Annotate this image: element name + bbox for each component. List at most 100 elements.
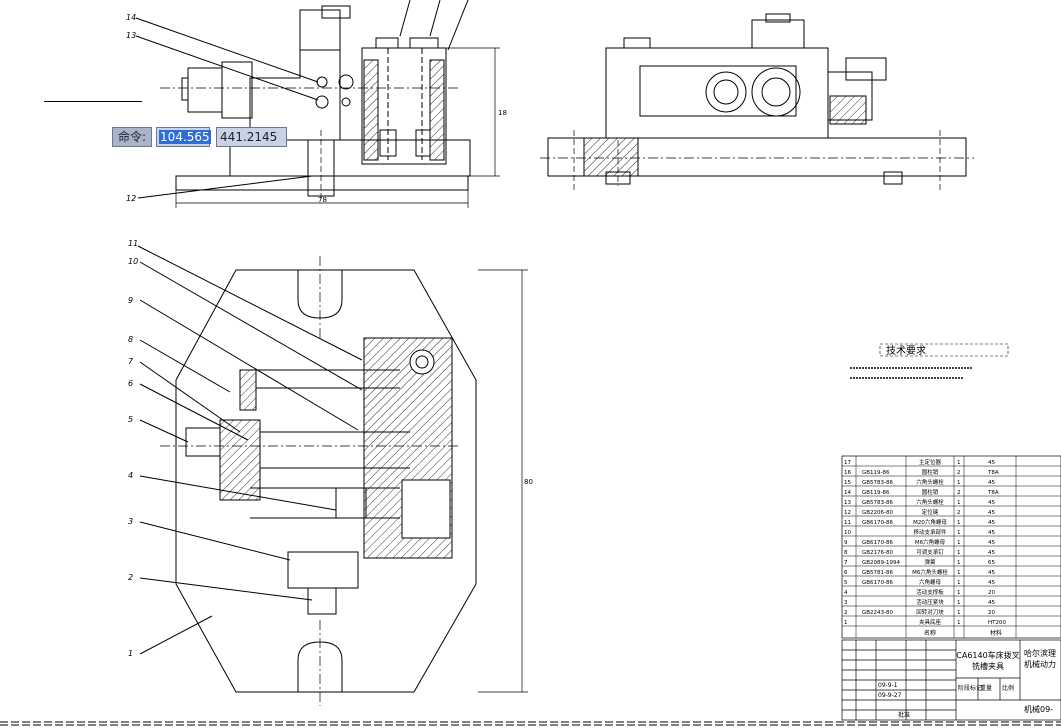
part-code: GB2243-80	[862, 610, 894, 616]
title-block-school: 哈尔滨理机械动力	[1024, 648, 1056, 669]
part-no: 15	[844, 480, 851, 486]
callout-12: 12	[126, 194, 136, 203]
part-name: M6六角螺母	[915, 538, 946, 546]
part-no: 9	[844, 540, 848, 546]
part-no: 11	[844, 520, 851, 526]
title-block-date-1: 09-9-1	[878, 682, 898, 689]
part-qty: 1	[957, 460, 961, 466]
front-view	[135, 0, 500, 208]
title-block-ratio: 比例	[1002, 684, 1014, 692]
part-name: 定位键	[922, 508, 939, 516]
part-material: 45	[988, 520, 995, 526]
part-code: GB6170-86	[862, 520, 894, 526]
callout-7: 7	[128, 357, 134, 366]
part-no: 2	[844, 610, 848, 616]
top-width-dim: 78	[318, 196, 327, 204]
part-code: GB5783-86	[862, 480, 894, 486]
title-block-date-2: 09-9-27	[878, 692, 902, 699]
part-material: 45	[988, 500, 995, 506]
x-coordinate-input[interactable]: 104.565	[156, 127, 211, 147]
part-name: 回转对刀块	[916, 608, 944, 616]
parts-header-material: 材料	[990, 629, 1002, 637]
part-material: 20	[988, 590, 995, 596]
callout-14: 14	[126, 13, 136, 22]
callout-6: 6	[128, 379, 133, 388]
dynamic-input-guide	[44, 101, 142, 102]
callout-10: 10	[128, 257, 138, 266]
part-material: 20	[988, 610, 995, 616]
side-view	[540, 13, 974, 190]
x-coordinate-value[interactable]: 104.565	[159, 130, 211, 144]
parts-header-name: 名称	[924, 629, 936, 637]
part-no: 5	[844, 580, 848, 586]
dynamic-input-tooltip[interactable]: 命令: 104.565 441.2145	[112, 127, 288, 147]
part-material: 45	[988, 530, 995, 536]
part-qty: 2	[957, 510, 961, 516]
title-block-approve: 批准	[898, 711, 910, 719]
command-prompt-label: 命令:	[112, 127, 153, 147]
part-material: T8A	[987, 470, 999, 476]
part-no: 12	[844, 510, 851, 516]
part-no: 13	[844, 500, 851, 506]
callout-2: 2	[128, 573, 133, 582]
callout-3: 3	[128, 517, 133, 526]
part-no: 14	[844, 490, 851, 496]
part-material: HT200	[988, 620, 1006, 626]
part-no: 3	[844, 600, 848, 606]
part-name: M6六角头螺栓	[912, 568, 948, 576]
part-qty: 1	[957, 580, 961, 586]
part-name: 可调支承钉	[916, 548, 944, 556]
callout-4: 4	[128, 471, 133, 480]
parts-list: 17 主定位器 1 4516 GB119-86 圆柱销 2 T8A15 GB5783-86 六角头…	[841, 455, 1061, 639]
bottom-height-dim: 80	[524, 478, 533, 486]
part-no: 7	[844, 560, 848, 566]
part-no: 10	[844, 530, 851, 536]
plan-view	[137, 245, 528, 706]
part-qty: 1	[957, 480, 961, 486]
part-name: 圆柱销	[922, 488, 939, 496]
part-code: GB6170-86	[862, 580, 894, 586]
part-name: 六角头螺栓	[916, 498, 944, 506]
part-qty: 1	[957, 600, 961, 606]
part-qty: 1	[957, 530, 961, 536]
part-material: 65	[988, 560, 995, 566]
part-name: M20六角螺母	[913, 518, 947, 526]
part-material: 45	[988, 570, 995, 576]
part-no: 16	[844, 470, 851, 476]
part-no: 6	[844, 570, 848, 576]
part-qty: 1	[957, 540, 961, 546]
part-material: 45	[988, 510, 995, 516]
part-name: 弹簧	[924, 558, 936, 566]
callout-5: 5	[128, 415, 133, 424]
part-name: 活动压紧块	[916, 598, 944, 606]
part-material: 45	[988, 600, 995, 606]
top-height-dim: 18	[498, 109, 507, 117]
tech-requirements-title: 技术要求	[886, 344, 926, 357]
callout-9: 9	[128, 296, 133, 305]
part-name: 六角头螺栓	[916, 478, 944, 486]
callout-13: 13	[126, 31, 136, 40]
part-name: 圆柱销	[922, 468, 939, 476]
part-qty: 1	[957, 550, 961, 556]
part-code: GB5781-86	[862, 570, 894, 576]
part-material: 45	[988, 540, 995, 546]
part-material: 45	[988, 460, 995, 466]
cad-drawing-canvas[interactable]: 78 18 14 13 12 80 11 10 9 8 7 6 5 4 3 2 …	[0, 0, 1061, 728]
callout-1: 1	[128, 649, 133, 658]
title-block-stage: 阶段标记	[958, 684, 982, 692]
part-material: T8A	[987, 490, 999, 496]
y-coordinate-input[interactable]: 441.2145	[216, 127, 288, 147]
part-qty: 1	[957, 570, 961, 576]
part-name: 夹具底座	[919, 618, 942, 626]
part-code: GB2206-80	[862, 510, 894, 516]
callout-8: 8	[128, 335, 133, 344]
part-no: 4	[844, 590, 848, 596]
part-code: GB5783-86	[862, 500, 894, 506]
part-material: 45	[988, 550, 995, 556]
part-qty: 1	[957, 520, 961, 526]
callout-11: 11	[128, 239, 138, 248]
title-block-drawing-no: 机械09-	[1024, 704, 1053, 714]
part-no: 17	[844, 460, 851, 466]
part-code: GB119-86	[862, 470, 890, 476]
part-code: GB6170-86	[862, 540, 894, 546]
